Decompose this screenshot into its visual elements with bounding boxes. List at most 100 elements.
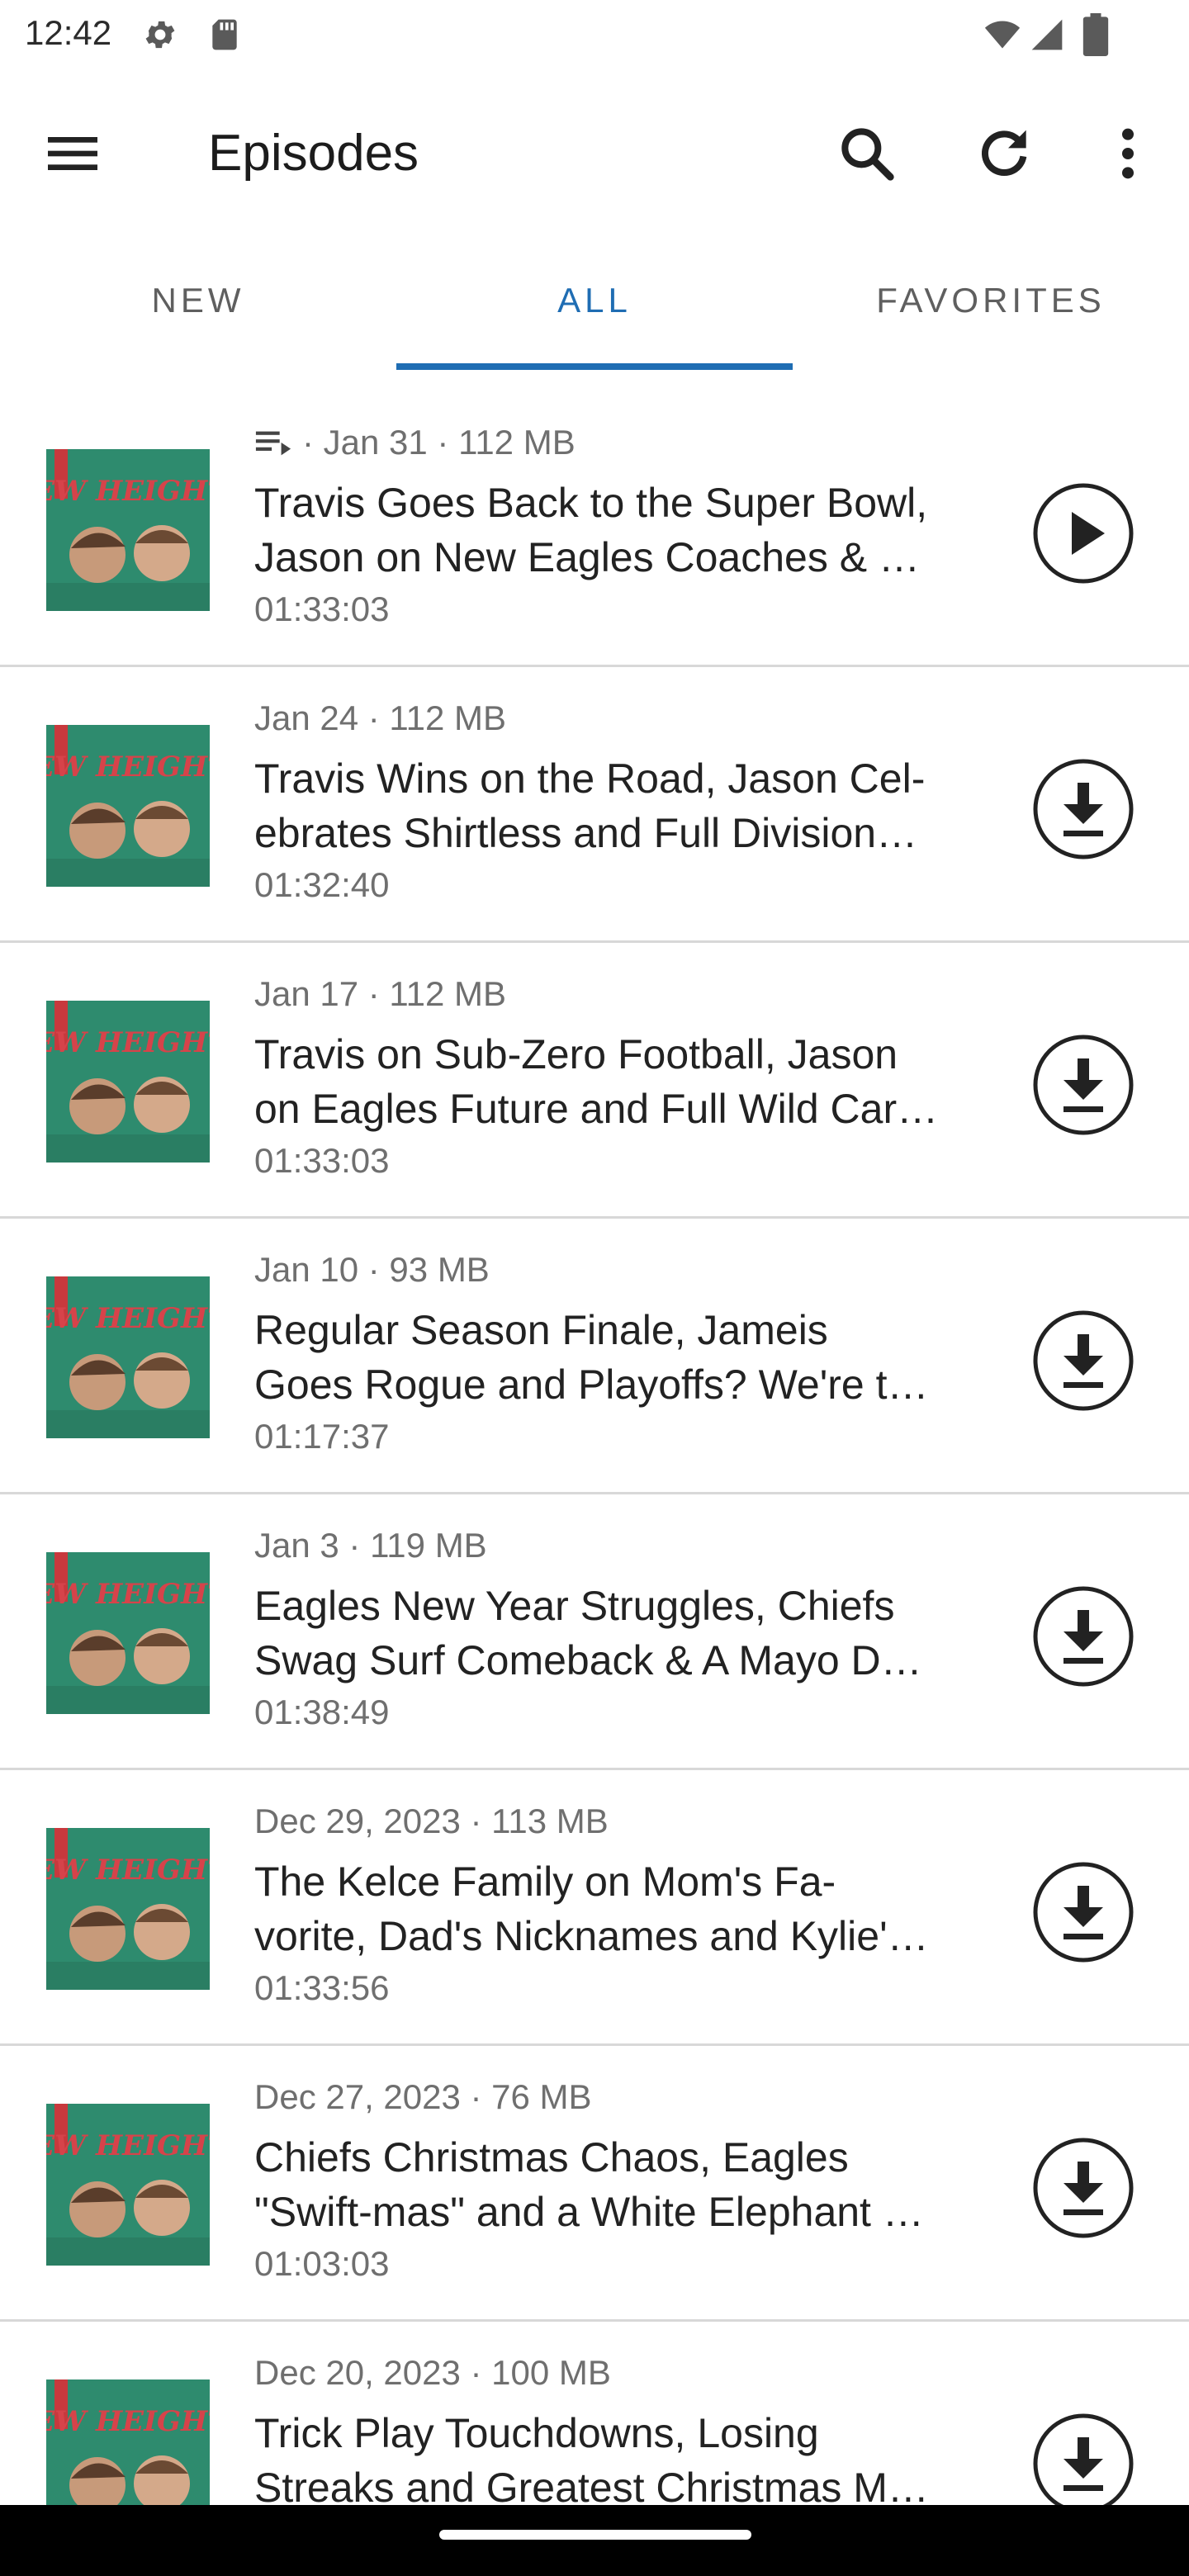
screen: 12:42 Episodes NEW ALL FAVORITES W HEIGH… — [0, 0, 1189, 2576]
episode-title-line: Travis Goes Back to the Super Bowl, — [254, 480, 928, 526]
menu-icon — [48, 137, 97, 170]
episode-row[interactable]: NEW HEIGHTS Dec 29, 2023 · 113 MB The Kelc… — [0, 1770, 1189, 2046]
episode-title: Regular Season Finale, Jameis Goes Rogue … — [254, 1303, 997, 1412]
episode-title-line: ebrates Shirtless and Full Division… — [254, 810, 918, 856]
download-icon — [1033, 1035, 1134, 1135]
download-icon — [1033, 1586, 1134, 1687]
download-button[interactable] — [1032, 758, 1135, 860]
episode-title-line: Chiefs Christmas Chaos, Eagles — [254, 2134, 849, 2181]
podcast-artwork-icon: NEW HEIGHTS — [46, 1276, 210, 1438]
tab-all[interactable]: ALL — [396, 231, 793, 370]
sd-card-icon — [212, 19, 237, 50]
episode-duration: 01:38:49 — [254, 1693, 390, 1731]
podcast-artwork-icon: NEW HEIGHTS — [46, 449, 210, 611]
episode-title-line: Goes Rogue and Playoffs? We're t… — [254, 1361, 929, 1408]
episode-title: Travis Goes Back to the Super Bowl, Jason… — [254, 476, 997, 585]
download-button[interactable] — [1032, 1309, 1135, 1412]
episode-title-line: Eagles New Year Struggles, Chiefs — [254, 1583, 895, 1629]
episode-meta: Dec 27, 2023 · 76 MB — [254, 2077, 592, 2117]
svg-text:NEW HEIGHTS: NEW HEIGHTS — [46, 751, 210, 784]
refresh-button[interactable] — [971, 121, 1037, 187]
more-options-button[interactable] — [1095, 121, 1161, 187]
episode-title: Trick Play Touchdowns, Losing Streaks and… — [254, 2406, 997, 2515]
episode-title: Travis on Sub-Zero Football, Jason on Eag… — [254, 1027, 997, 1136]
episode-title-line: "Swift-mas" and a White Elephant … — [254, 2189, 924, 2235]
episode-artwork: NEW HEIGHTS — [46, 2104, 210, 2266]
cell-signal-icon — [1031, 19, 1063, 50]
episode-row[interactable]: NEW HEIGHTS Jan 17 · 112 MB Travis on Sub-… — [0, 943, 1189, 1219]
play-button[interactable] — [1032, 482, 1135, 585]
status-time: 12:42 — [25, 13, 112, 52]
page-title: Episodes — [208, 125, 419, 182]
episode-title-line: on Eagles Future and Full Wild Car… — [254, 1086, 939, 1132]
search-icon — [841, 128, 894, 181]
download-icon — [1033, 2138, 1134, 2238]
download-button[interactable] — [1032, 1034, 1135, 1136]
svg-text:NEW HEIGHTS: NEW HEIGHTS — [46, 475, 210, 508]
wifi-icon — [984, 21, 1021, 49]
episode-list[interactable]: NEW HEIGHTS · Jan 31 · 112 MB Travis Goes … — [0, 391, 1189, 2576]
download-icon — [1033, 759, 1134, 859]
episode-title: The Kelce Family on Mom's Fa-vorite, Dad… — [254, 1854, 997, 1963]
podcast-artwork-icon: NEW HEIGHTS — [46, 1552, 210, 1714]
episode-row[interactable]: NEW HEIGHTS Jan 10 · 93 MB Regular Season … — [0, 1219, 1189, 1494]
download-icon — [1033, 1310, 1134, 1411]
svg-text:NEW HEIGHTS: NEW HEIGHTS — [46, 2405, 210, 2438]
search-button[interactable] — [834, 121, 900, 187]
tab-new[interactable]: NEW — [0, 231, 396, 370]
episode-artwork: NEW HEIGHTS — [46, 725, 210, 887]
refresh-icon — [982, 130, 1027, 176]
episode-title-line: The Kelce Family on Mom's Fa- — [254, 1859, 836, 1905]
episode-date-size: Jan 17 · 112 MB — [254, 974, 507, 1013]
episode-meta: Jan 17 · 112 MB — [254, 974, 506, 1014]
episode-title: Eagles New Year Struggles, Chiefs Swag Su… — [254, 1579, 997, 1688]
svg-text:NEW HEIGHTS: NEW HEIGHTS — [46, 1302, 210, 1335]
system-navigation-bar — [0, 2505, 1189, 2576]
queue-icon — [255, 431, 291, 456]
episode-meta: Jan 24 · 112 MB — [254, 698, 506, 738]
episode-title-line: Trick Play Touchdowns, Losing — [254, 2410, 819, 2456]
episode-title-line: Jason on New Eagles Coaches & … — [254, 534, 920, 580]
svg-text:NEW HEIGHTS: NEW HEIGHTS — [46, 1854, 210, 1887]
episode-duration: 01:17:37 — [254, 1417, 390, 1456]
download-icon — [1033, 1862, 1134, 1963]
episode-row[interactable]: NEW HEIGHTS · Jan 31 · 112 MB Travis Goes … — [0, 391, 1189, 667]
episode-date-size: Dec 27, 2023 · 76 MB — [254, 2077, 592, 2116]
episode-date-size: Dec 20, 2023 · 100 MB — [254, 2353, 611, 2392]
episode-title-line: Regular Season Finale, Jameis — [254, 1307, 828, 1353]
episode-date-size: · Jan 31 · 112 MB — [302, 423, 576, 462]
download-button[interactable] — [1032, 1585, 1135, 1688]
episode-artwork: NEW HEIGHTS — [46, 1001, 210, 1163]
download-icon — [1033, 2413, 1134, 2514]
more-vert-icon — [1122, 128, 1134, 179]
menu-button[interactable] — [40, 121, 106, 187]
episode-duration: 01:33:03 — [254, 590, 390, 628]
podcast-artwork-icon: NEW HEIGHTS — [46, 725, 210, 887]
episode-artwork: NEW HEIGHTS — [46, 1552, 210, 1714]
episode-title-line: Swag Surf Comeback & A Mayo D… — [254, 1637, 922, 1683]
episode-title-line: Travis on Sub-Zero Football, Jason — [254, 1031, 898, 1077]
episode-date-size: Jan 10 · 93 MB — [254, 1250, 490, 1289]
episode-row[interactable]: NEW HEIGHTS Jan 3 · 119 MB Eagles New Year… — [0, 1494, 1189, 1770]
episode-duration: 01:33:56 — [254, 1968, 390, 2007]
download-button[interactable] — [1032, 2137, 1135, 2239]
episode-row[interactable]: NEW HEIGHTS Jan 24 · 112 MB Travis Wins on… — [0, 667, 1189, 943]
episode-artwork: NEW HEIGHTS — [46, 449, 210, 611]
download-button[interactable] — [1032, 1861, 1135, 1963]
episode-meta: · Jan 31 · 112 MB — [254, 423, 576, 462]
episode-title: Chiefs Christmas Chaos, Eagles "Swift-mas… — [254, 2130, 997, 2239]
episode-artwork: NEW HEIGHTS — [46, 1828, 210, 1990]
tab-favorites[interactable]: FAVORITES — [793, 231, 1189, 370]
podcast-artwork-icon: NEW HEIGHTS — [46, 2104, 210, 2266]
battery-icon — [1082, 13, 1109, 56]
episode-duration: 01:32:40 — [254, 865, 390, 904]
svg-text:NEW HEIGHTS: NEW HEIGHTS — [46, 1026, 210, 1059]
episode-duration: 01:33:03 — [254, 1141, 390, 1180]
episode-title-line: Travis Wins on the Road, Jason Cel- — [254, 755, 926, 802]
episode-row[interactable]: NEW HEIGHTS Dec 27, 2023 · 76 MB Chiefs Ch… — [0, 2046, 1189, 2322]
status-bar: 12:42 — [0, 0, 1189, 69]
podcast-artwork-icon: NEW HEIGHTS — [46, 1828, 210, 1990]
home-gesture-handle[interactable] — [439, 2530, 751, 2540]
episode-date-size: Dec 29, 2023 · 113 MB — [254, 1802, 609, 1840]
download-button[interactable] — [1032, 2413, 1135, 2515]
